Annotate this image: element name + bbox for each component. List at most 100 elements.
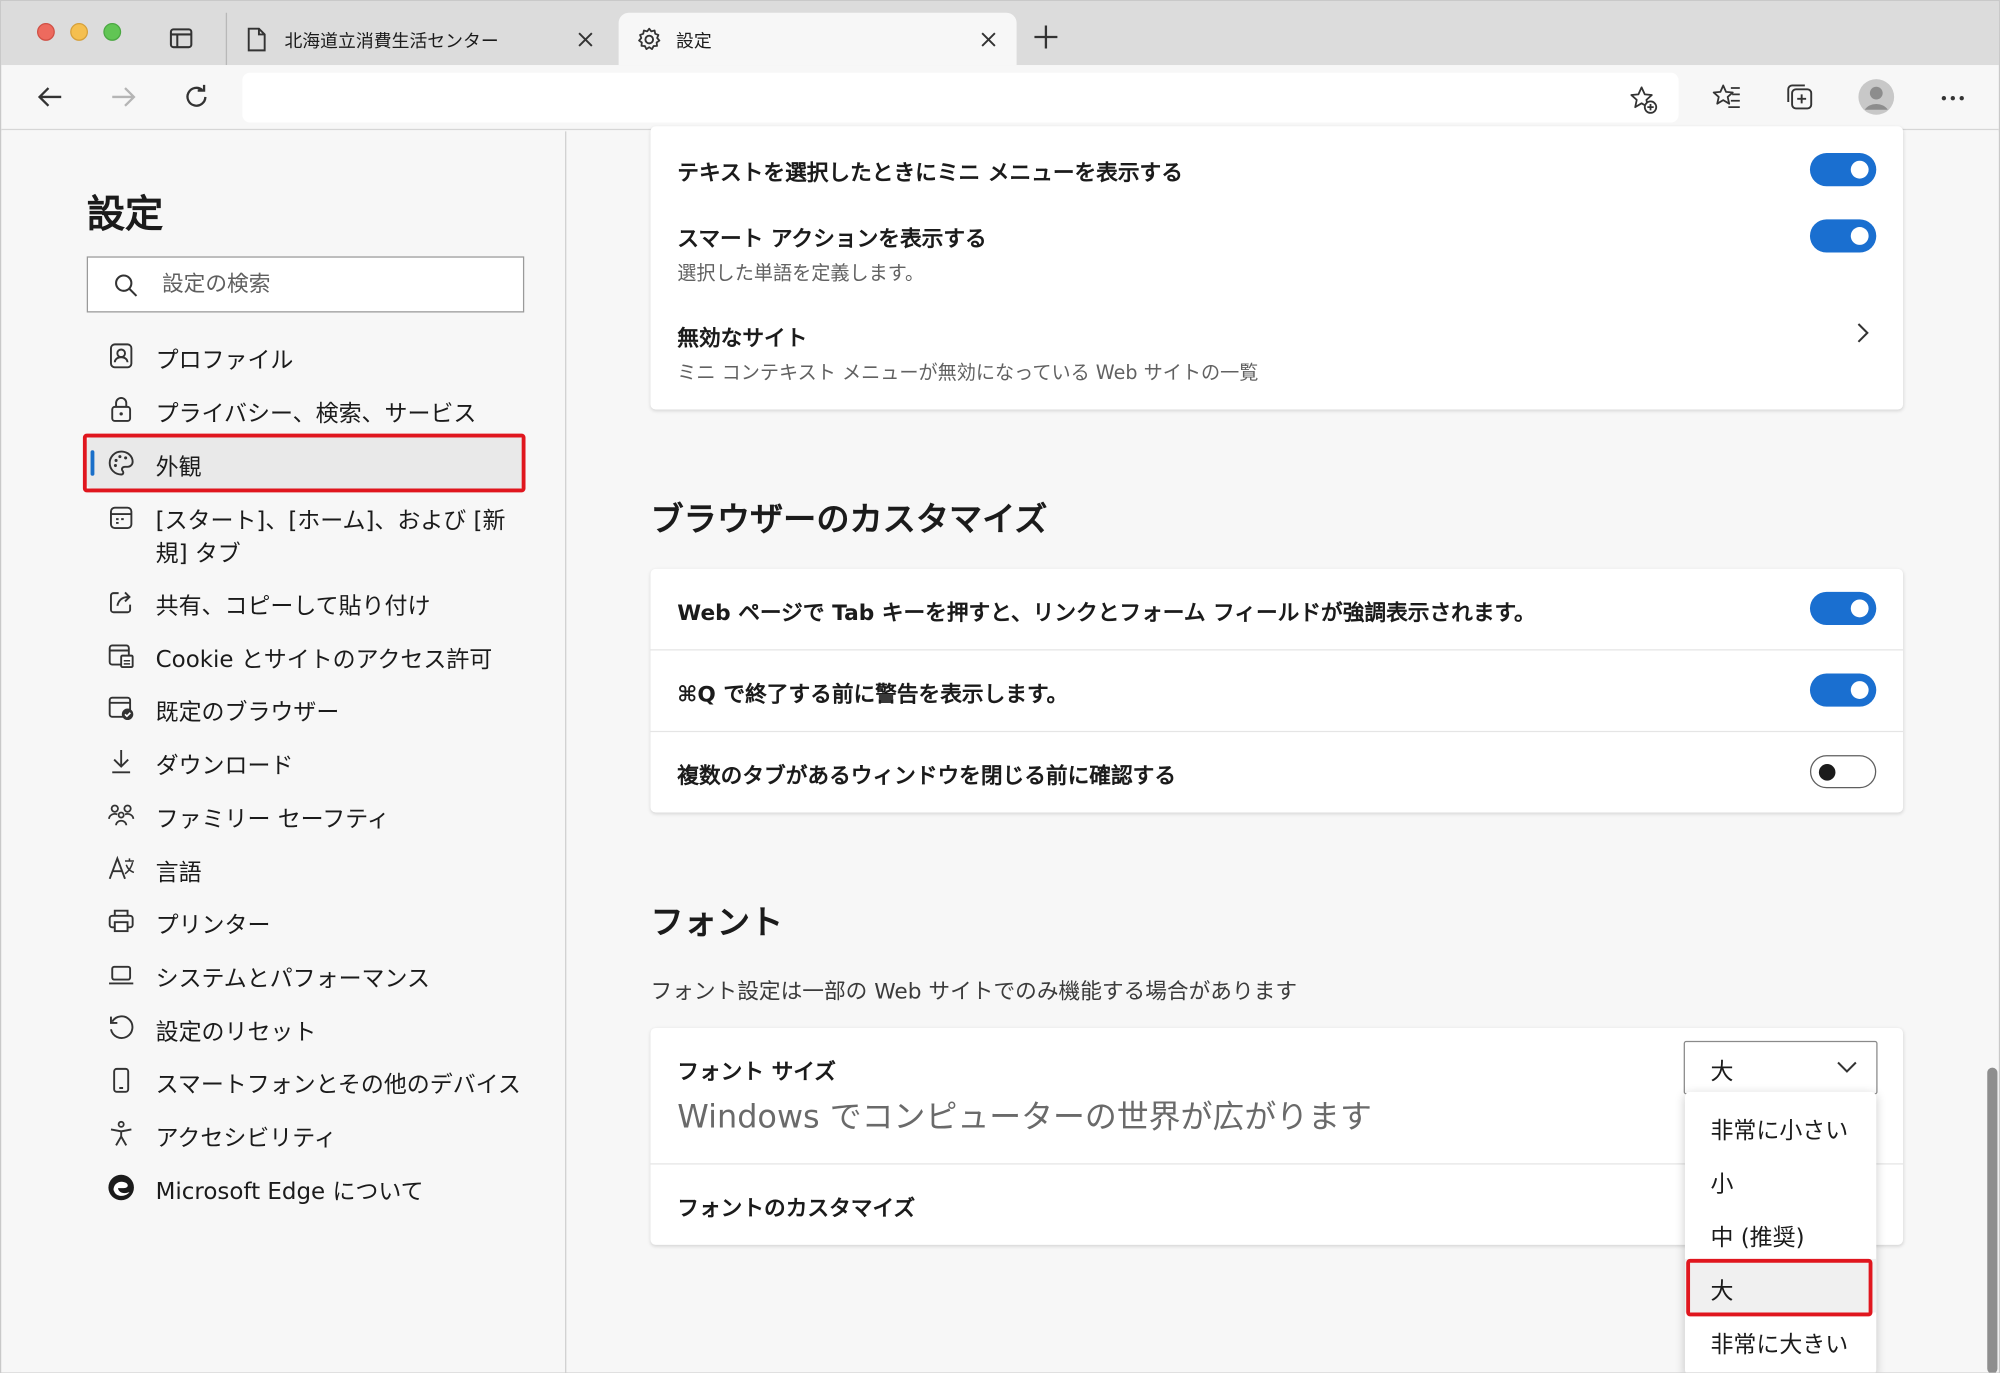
site-permissions-icon: [108, 644, 134, 669]
setting-row: テキストを選択したときにミニ メニューを表示する: [651, 126, 1904, 200]
sidebar-item-label: 既定のブラウザー: [155, 698, 340, 726]
language-icon: [108, 855, 135, 880]
collections-icon[interactable]: [1784, 82, 1815, 113]
profile-icon: [110, 343, 133, 369]
share-icon: [110, 591, 132, 614]
smart-actions-toggle[interactable]: [1809, 219, 1877, 253]
chevron-down-icon: [1837, 1061, 1857, 1073]
new-tab-icon[interactable]: [1032, 23, 1060, 51]
chevron-right-icon: [1857, 323, 1869, 343]
back-icon[interactable]: [34, 82, 65, 113]
setting-subtitle: ミニ コンテキスト メニューが無効になっている Web サイトの一覧: [677, 360, 1259, 384]
download-icon: [112, 749, 131, 774]
zoom-window-button[interactable]: [103, 22, 122, 41]
tab-title: 北海道立消費生活センター: [284, 31, 499, 53]
dropdown-option[interactable]: 中 (推奨): [1685, 1205, 1876, 1259]
sidebar-item-appearance[interactable]: 外観: [86, 437, 525, 489]
close-tab-icon[interactable]: [575, 29, 595, 49]
forward-icon[interactable]: [108, 82, 139, 113]
setting-row: 複数のタブがあるウィンドウを閉じる前に確認する: [651, 732, 1904, 812]
lock-icon: [111, 397, 132, 422]
sidebar-item-default-browser[interactable]: 既定のブラウザー: [87, 682, 524, 733]
sidebar-item-privacy[interactable]: プライバシー、検索、サービス: [87, 384, 524, 435]
sidebar-item-accessibility[interactable]: アクセシビリティ: [87, 1108, 524, 1159]
setting-row: スマート アクションを表示する 選択した単語を定義します。: [651, 200, 1904, 302]
close-tab-icon[interactable]: [978, 29, 998, 49]
sidebar-item-label: ダウンロード: [155, 752, 294, 780]
dropdown-option[interactable]: 非常に小さい: [1685, 1098, 1876, 1152]
dropdown-option[interactable]: 小: [1685, 1152, 1876, 1206]
sidebar-item-downloads[interactable]: ダウンロード: [87, 736, 524, 787]
sidebar-item-reset[interactable]: 設定のリセット: [87, 1003, 524, 1054]
setting-row: Web ページで Tab キーを押すと、リンクとフォーム フィールドが強調表示さ…: [651, 569, 1904, 649]
close-tabs-confirm-toggle[interactable]: [1809, 755, 1877, 789]
phone-icon: [113, 1067, 130, 1093]
sidebar-item-label: Cookie とサイトのアクセス許可: [155, 646, 493, 674]
toolbar: [1, 65, 1999, 131]
sidebar-item-printers[interactable]: プリンター: [87, 895, 524, 946]
sidebar-item-label: ファミリー セーフティ: [155, 806, 390, 833]
tab-highlight-toggle[interactable]: [1809, 591, 1877, 625]
page-icon: [247, 27, 266, 52]
disabled-sites-row[interactable]: 無効なサイト ミニ コンテキスト メニューが無効になっている Web サイトの一…: [651, 302, 1904, 409]
sidebar-item-label: 設定のリセット: [155, 1019, 317, 1046]
dropdown-option[interactable]: 非常に大きい: [1685, 1312, 1876, 1366]
sidebar-item-about[interactable]: Microsoft Edge について: [87, 1162, 524, 1213]
tab-settings[interactable]: 設定: [618, 12, 1017, 66]
setting-title: スマート アクションを表示する: [677, 227, 987, 253]
setting-title: フォントのカスタマイズ: [677, 1196, 916, 1222]
context-menu-card: テキストを選択したときにミニ メニューを表示する スマート アクションを表示する…: [650, 126, 1904, 410]
default-browser-icon: [108, 696, 134, 721]
sidebar-item-label: スマートフォンとその他のデバイス: [155, 1071, 521, 1099]
browser-window: 北海道立消費生活センター 設定 設定 設定の検索 プロファイル プライバシー、検…: [0, 0, 2000, 1373]
tab-strip: 北海道立消費生活センター 設定: [1, 1, 1999, 66]
favorites-icon[interactable]: [1712, 82, 1743, 113]
sidebar-item-share[interactable]: 共有、コピーして貼り付け: [87, 577, 524, 628]
sidebar-item-label: プリンター: [155, 911, 271, 939]
sidebar-item-label: Microsoft Edge について: [155, 1178, 424, 1206]
gear-icon: [638, 27, 661, 50]
sidebar-item-label: 外観: [155, 454, 202, 481]
laptop-icon: [109, 965, 134, 985]
close-window-button[interactable]: [36, 22, 55, 41]
family-icon: [108, 804, 135, 826]
sidebar-item-language[interactable]: 言語: [87, 843, 524, 894]
palette-icon: [108, 450, 134, 476]
setting-title: 無効なサイト: [677, 326, 808, 353]
sidebar-item-phone[interactable]: スマートフォンとその他のデバイス: [87, 1055, 524, 1106]
tab-actions-icon[interactable]: [167, 24, 195, 52]
font-preview-text: Windows でコンピューターの世界が広がります: [677, 1098, 1372, 1136]
sidebar-item-profile[interactable]: プロファイル: [87, 330, 524, 381]
section-description: フォント設定は一部の Web サイトでのみ機能する場合があります: [650, 979, 1298, 1006]
refresh-icon[interactable]: [181, 82, 212, 113]
quit-warning-toggle[interactable]: [1809, 673, 1877, 707]
sidebar-item-system[interactable]: システムとパフォーマンス: [87, 949, 524, 1000]
add-favorite-icon[interactable]: [1628, 84, 1659, 115]
search-input[interactable]: [161, 267, 507, 302]
scrollbar[interactable]: [1987, 1067, 1998, 1373]
sidebar-item-label: [スタート]、[ホーム]、および [新規] タブ: [155, 507, 506, 568]
sidebar-item-label: 共有、コピーして貼り付け: [155, 593, 431, 620]
setting-row: ⌘Q で終了する前に警告を表示します。: [651, 651, 1904, 731]
settings-search[interactable]: [86, 256, 525, 313]
tab-consumer-center[interactable]: 北海道立消費生活センター: [225, 12, 614, 66]
minimize-window-button[interactable]: [70, 22, 89, 41]
font-size-dropdown: 非常に小さい 小 中 (推奨) 大 非常に大きい: [1684, 1091, 1877, 1373]
avatar[interactable]: [1857, 78, 1895, 116]
mini-menu-toggle[interactable]: [1809, 153, 1877, 187]
start-home-icon: [110, 506, 133, 530]
font-size-select[interactable]: 大: [1683, 1040, 1878, 1095]
setting-title: ⌘Q で終了する前に警告を表示します。: [677, 682, 1069, 708]
section-heading: ブラウザーのカスタマイズ: [650, 501, 1048, 540]
printer-icon: [108, 909, 134, 933]
address-bar[interactable]: [242, 72, 1679, 123]
sidebar-item-cookies[interactable]: Cookie とサイトのアクセス許可: [87, 630, 524, 681]
sidebar-item-family-safety[interactable]: ファミリー セーフティ: [87, 790, 524, 841]
sidebar-item-start-home-newtab[interactable]: [スタート]、[ホーム]、および [新規] タブ: [87, 501, 524, 572]
setting-title: Web ページで Tab キーを押すと、リンクとフォーム フィールドが強調表示さ…: [677, 600, 1536, 627]
dropdown-option-selected[interactable]: 大: [1684, 1258, 1877, 1313]
more-options-icon[interactable]: [1937, 82, 1968, 113]
select-value: 大: [1710, 1058, 1734, 1086]
search-icon: [115, 274, 138, 297]
sidebar-item-label: 言語: [155, 859, 202, 887]
